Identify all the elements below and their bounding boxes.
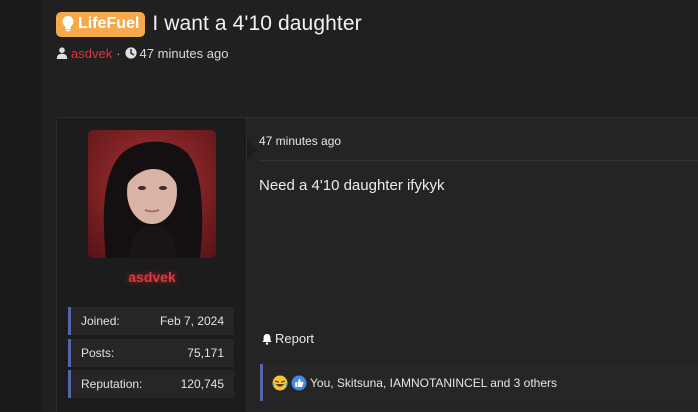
thread-header: LifeFuel I want a 4'10 daughter asdvek ·…: [56, 10, 698, 61]
reactions-text: You, Skitsuna, IAMNOTANINCEL and 3 other…: [310, 375, 558, 390]
thread-page: LifeFuel I want a 4'10 daughter asdvek ·…: [42, 0, 698, 412]
stat-value: 75,171: [187, 346, 224, 360]
post: asdvek Joined: Feb 7, 2024 Posts: 75,171…: [56, 117, 698, 412]
thread-author-link[interactable]: asdvek: [71, 46, 112, 61]
stat-posts: Posts: 75,171: [68, 339, 234, 367]
meta-separator: ·: [116, 45, 121, 61]
stat-label: Posts:: [81, 346, 115, 360]
post-time[interactable]: 47 minutes ago: [259, 134, 341, 148]
user-icon: [56, 47, 68, 59]
title-row: LifeFuel I want a 4'10 daughter: [56, 10, 698, 38]
message-divider: [259, 160, 698, 161]
stat-value: Feb 7, 2024: [159, 314, 224, 328]
thread-prefix-label: LifeFuel: [78, 15, 140, 32]
message-area: 47 minutes ago Need a 4'10 daughter ifyk…: [248, 118, 698, 412]
thread-title: I want a 4'10 daughter: [152, 12, 362, 35]
stat-reputation: Reputation: 120,745: [68, 370, 234, 398]
like-reaction-icon: [291, 375, 307, 390]
thread-time[interactable]: 47 minutes ago: [140, 46, 229, 61]
stat-value: 120,745: [180, 377, 224, 391]
avatar[interactable]: [88, 130, 216, 258]
stat-label: Reputation:: [81, 377, 143, 391]
clock-icon: [124, 47, 137, 59]
stat-joined: Joined: Feb 7, 2024: [68, 307, 234, 335]
avatar-image: [88, 130, 216, 258]
lightbulb-icon: [62, 16, 74, 32]
stat-label: Joined:: [81, 314, 120, 328]
post-body: Need a 4'10 daughter ifykyk: [259, 177, 445, 194]
report-label: Report: [275, 331, 315, 346]
left-gutter: [0, 0, 42, 412]
reactions-bar[interactable]: You, Skitsuna, IAMNOTANINCEL and 3 other…: [260, 364, 698, 401]
report-button[interactable]: Report: [261, 331, 314, 346]
post-user-cell: asdvek Joined: Feb 7, 2024 Posts: 75,171…: [57, 118, 247, 412]
bell-icon: [262, 333, 272, 345]
thread-meta: asdvek · 47 minutes ago: [56, 45, 698, 61]
laugh-reaction-icon: [272, 375, 288, 390]
post-username[interactable]: asdvek: [57, 269, 247, 285]
thread-prefix-badge[interactable]: LifeFuel: [56, 11, 146, 37]
